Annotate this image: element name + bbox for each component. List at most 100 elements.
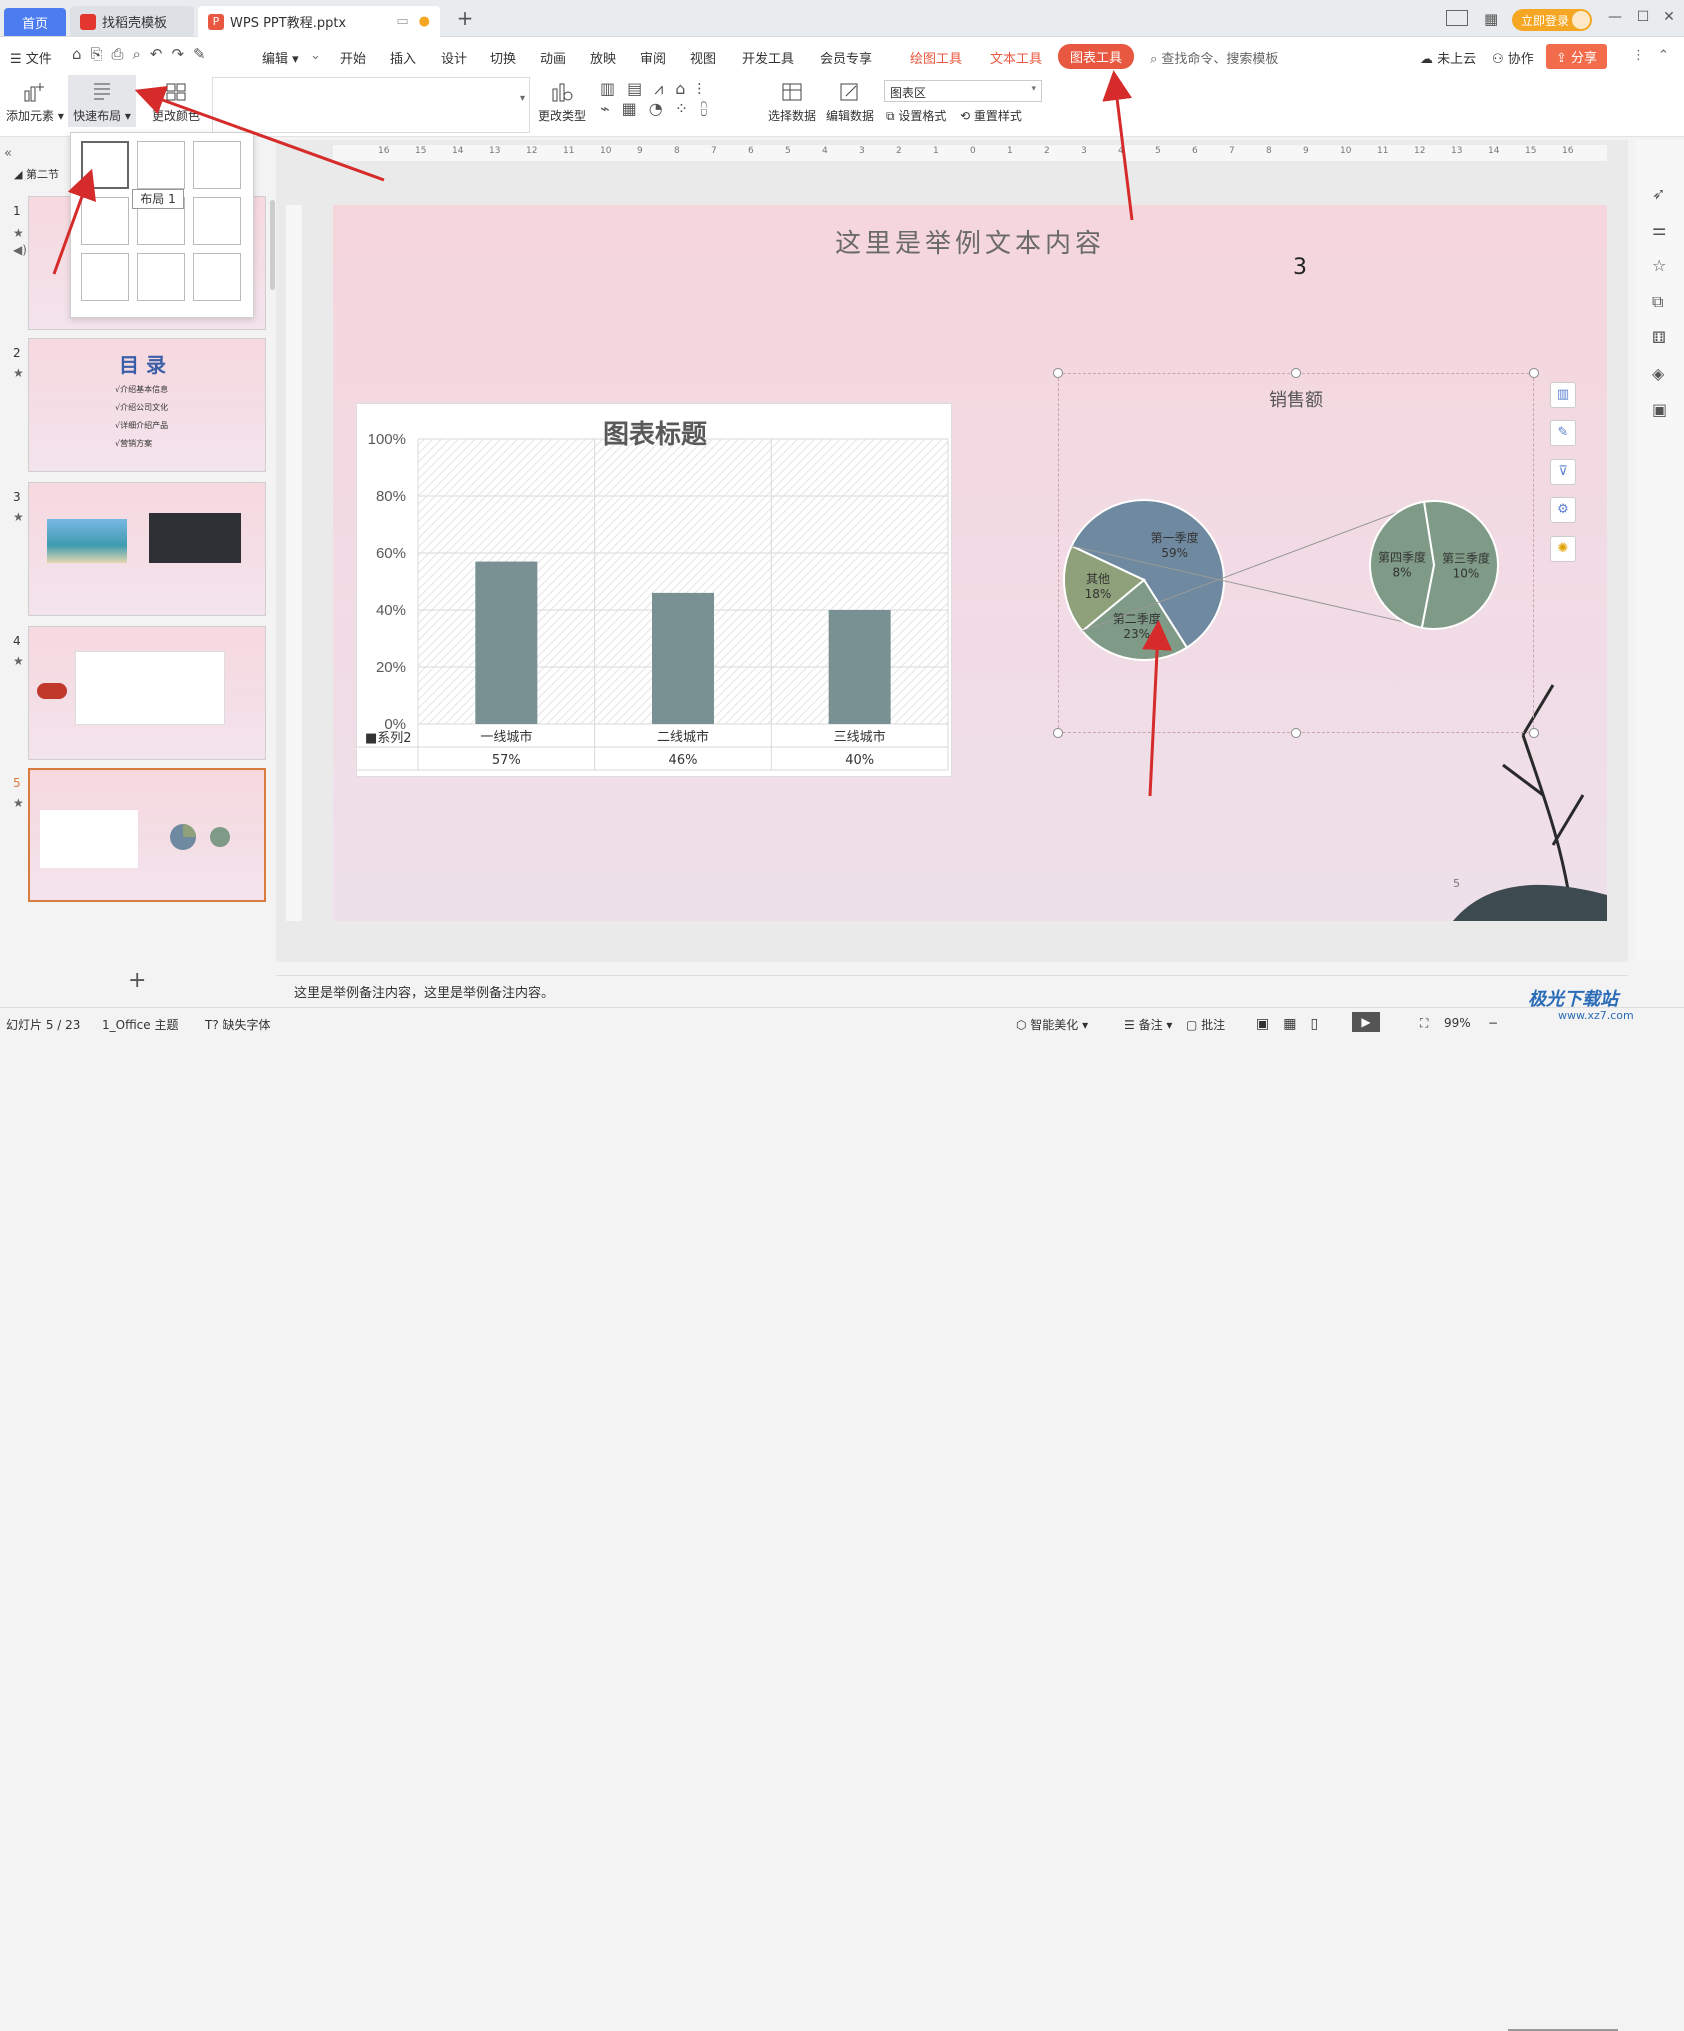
ruler-tick: 15 <box>1525 146 1537 156</box>
pie-of-pie-chart[interactable]: 第一季度59% 第二季度23% 其他18% 第三季度10% 第四季度8% <box>1058 470 1534 690</box>
layout-switch-icon[interactable] <box>1446 10 1468 26</box>
layout-option-6[interactable] <box>193 197 241 245</box>
chart-type-icons[interactable]: ▥▤⩘⌂⫶ ⌁▦◔⁘⩉ <box>600 79 740 119</box>
layout-option-9[interactable] <box>193 253 241 301</box>
bar[interactable] <box>475 561 538 724</box>
menu-transition[interactable]: 切换 <box>490 48 516 67</box>
smart-beautify[interactable]: ⬡ 智能美化 ▾ <box>1016 1016 1088 1033</box>
login-button[interactable]: 立即登录 <box>1512 9 1592 31</box>
change-type-button[interactable]: 更改类型 <box>538 81 586 124</box>
close-icon[interactable]: ✕ <box>1660 9 1678 27</box>
change-color-button[interactable]: 更改颜色 <box>152 81 200 124</box>
ruler-tick: 12 <box>526 146 538 156</box>
resize-handle[interactable] <box>1529 728 1539 738</box>
cloud-status[interactable]: ☁ 未上云 <box>1420 48 1476 67</box>
quick-access-icons[interactable]: ⌂⎘⎙⌕↶↷✎ <box>72 45 215 63</box>
menu-insert[interactable]: 插入 <box>390 48 416 67</box>
edit-data-button[interactable]: 编辑数据 <box>826 81 874 124</box>
tab-document[interactable]: P WPS PPT教程.pptx ▭ ● <box>198 6 440 37</box>
new-tab-button[interactable]: + <box>452 6 478 32</box>
tab-home[interactable]: 首页 <box>4 8 66 36</box>
menu-animation[interactable]: 动画 <box>540 48 566 67</box>
slide-title[interactable]: 这里是举例文本内容 <box>333 223 1607 260</box>
menu-slideshow[interactable]: 放映 <box>590 48 616 67</box>
series-label: ■系列2 <box>365 731 412 746</box>
chart-settings-icon[interactable]: ⚙ <box>1550 497 1576 523</box>
pie-chart-title[interactable]: 销售额 <box>1058 386 1534 412</box>
collapse-panel-icon[interactable]: « <box>4 146 12 161</box>
sidebar-tool-icons[interactable]: ➶ ⚌ ☆ ⧉ ⚅ ◈ ▣ <box>1652 176 1667 428</box>
resize-handle[interactable] <box>1529 368 1539 378</box>
bar-chart[interactable]: 0% 20% 40% 60% 80% 100% 一线城市 57% 二线城市 46% 三线城市 40% … <box>356 403 952 777</box>
zoom-level[interactable]: 99% <box>1444 1016 1471 1030</box>
collapse-ribbon-icon[interactable]: ⌃ <box>1658 48 1669 63</box>
share-button[interactable]: ⇪ 分享 <box>1546 44 1608 69</box>
slide-text-number[interactable]: 3 <box>1293 255 1307 280</box>
command-search[interactable]: ⌕ 查找命令、搜索模板 <box>1150 48 1278 67</box>
reset-style-button[interactable]: ⟲ 重置样式 <box>960 107 1022 124</box>
chart-style-brush-icon[interactable]: ✎ <box>1550 420 1576 446</box>
chart-filter-icon[interactable]: ⊽ <box>1550 459 1576 485</box>
monitor-icon[interactable]: ▭ <box>396 14 408 29</box>
file-menu[interactable]: ☰ 文件 <box>10 48 52 67</box>
resize-handle[interactable] <box>1053 728 1063 738</box>
select-data-button[interactable]: 选择数据 <box>768 81 816 124</box>
slide-thumbnail-4[interactable] <box>28 626 266 760</box>
bar-chart-title[interactable]: 图表标题 <box>357 414 953 451</box>
menu-developer[interactable]: 开发工具 <box>742 48 794 67</box>
quick-layout-button[interactable]: 快速布局 ▾ <box>68 75 136 127</box>
section-header[interactable]: ◢ 第二节 <box>14 166 59 182</box>
edit-menu[interactable]: 编辑 ▾ <box>262 48 299 67</box>
minimize-icon[interactable]: — <box>1606 9 1624 27</box>
layout-option-2[interactable] <box>137 141 185 189</box>
collab-button[interactable]: ⚇ 协作 <box>1492 48 1534 67</box>
slide-thumbnail-3[interactable] <box>28 482 266 616</box>
menu-design[interactable]: 设计 <box>441 48 467 67</box>
bar[interactable] <box>828 610 891 724</box>
layout-option-8[interactable] <box>137 253 185 301</box>
layout-option-7[interactable] <box>81 253 129 301</box>
view-mode-icons[interactable]: ▣▦▯ <box>1256 1016 1332 1032</box>
maximize-icon[interactable]: ☐ <box>1634 9 1652 27</box>
resize-handle[interactable] <box>1053 368 1063 378</box>
chart-image <box>149 513 241 563</box>
layout-option-1[interactable] <box>81 141 129 189</box>
menu-view[interactable]: 视图 <box>690 48 716 67</box>
menu-text-tools[interactable]: 文本工具 <box>990 48 1042 67</box>
resize-handle[interactable] <box>1291 368 1301 378</box>
set-format-button[interactable]: ⧉ 设置格式 <box>886 107 946 124</box>
resize-handle[interactable] <box>1291 728 1301 738</box>
menu-start[interactable]: 开始 <box>340 48 366 67</box>
chart-element-select[interactable]: 图表区 ▾ <box>884 80 1042 102</box>
menu-member[interactable]: 会员专享 <box>820 48 872 67</box>
chart-idea-icon[interactable]: ✺ <box>1550 536 1576 562</box>
more-options-icon[interactable]: ⋮ <box>1632 48 1645 63</box>
add-slide-icon[interactable]: + <box>128 968 146 993</box>
bar[interactable] <box>652 592 714 724</box>
slide-thumbnail-2[interactable]: 目 录 √介绍基本信息 √介绍公司文化 √详细介绍产品 √营销方案 <box>28 338 266 472</box>
zoom-out-icon[interactable]: − <box>1488 1016 1498 1030</box>
section-label: 第二节 <box>25 168 59 181</box>
play-icon[interactable]: ▶ <box>1352 1012 1380 1032</box>
comment-toggle[interactable]: ▢ 批注 <box>1186 1016 1225 1033</box>
more-chevron-icon[interactable]: ⌄ <box>310 48 321 63</box>
layout-option-3[interactable] <box>193 141 241 189</box>
slide-thumbnail-5[interactable] <box>28 768 266 902</box>
tab-template[interactable]: 找稻壳模板 <box>70 6 194 37</box>
layout-option-4[interactable] <box>81 197 129 245</box>
fit-window-icon[interactable]: ⛶ <box>1420 1016 1428 1031</box>
missing-font[interactable]: T? 缺失字体 <box>205 1016 271 1033</box>
theme-name[interactable]: 1_Office 主题 <box>102 1016 178 1033</box>
panel-scrollbar[interactable] <box>270 200 275 290</box>
menu-review[interactable]: 审阅 <box>640 48 666 67</box>
ruler-tick: 5 <box>785 146 791 156</box>
notes-toggle[interactable]: ☰ 备注 ▾ <box>1124 1016 1172 1033</box>
grid-apps-icon[interactable]: ▦ <box>1484 10 1498 28</box>
menu-chart-tools[interactable]: 图表工具 <box>1058 44 1135 69</box>
notes-pane[interactable]: 这里是举例备注内容，这里是举例备注内容。 <box>276 975 1628 1005</box>
menu-draw-tools[interactable]: 绘图工具 <box>910 48 962 67</box>
login-label: 立即登录 <box>1521 13 1570 28</box>
gallery-expand-icon[interactable]: ▾ <box>520 93 525 104</box>
chart-elements-icon[interactable]: ▥ <box>1550 382 1576 408</box>
add-element-button[interactable]: 添加元素 ▾ <box>6 81 64 124</box>
